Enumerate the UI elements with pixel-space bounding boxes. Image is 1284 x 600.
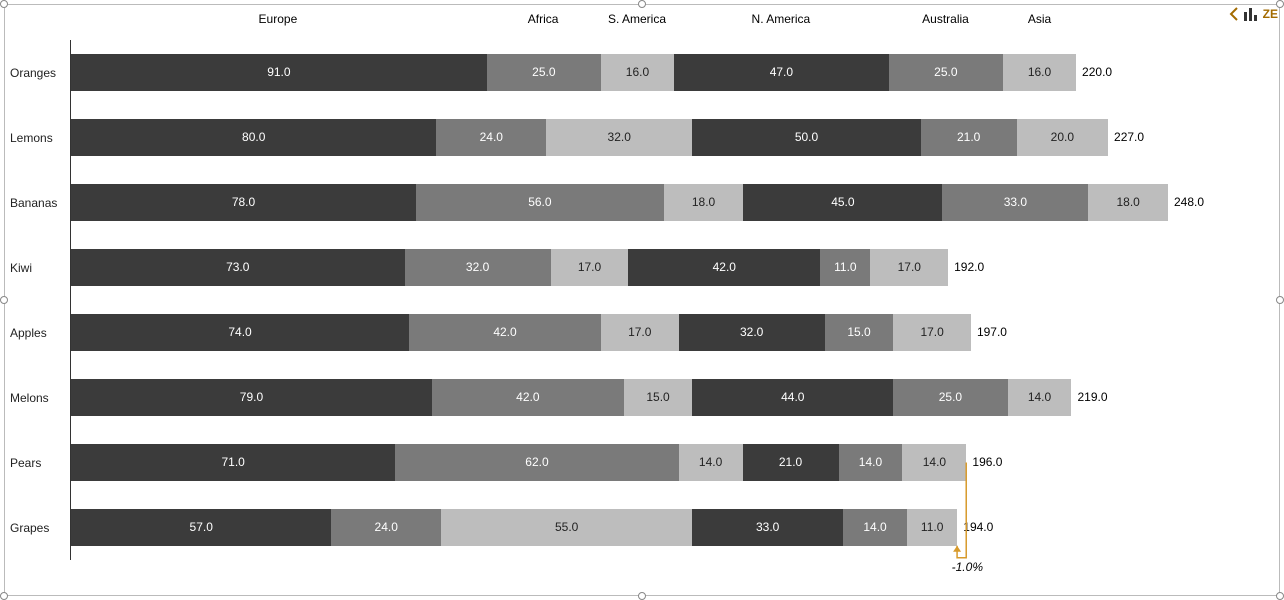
bar-segment[interactable]: 79.0 <box>71 379 432 415</box>
bar-segment[interactable]: 62.0 <box>395 444 678 480</box>
bar-segment[interactable]: 15.0 <box>825 314 894 350</box>
row-total: 248.0 <box>1174 195 1204 209</box>
bar-segment[interactable]: 50.0 <box>692 119 920 155</box>
bar-segment[interactable]: 33.0 <box>942 184 1088 220</box>
resize-handle-top-left[interactable] <box>0 0 8 8</box>
series-header: Australia <box>922 12 969 26</box>
series-header: Africa <box>528 12 559 26</box>
bar-segment[interactable]: 32.0 <box>405 249 551 285</box>
resize-handle-mid-left[interactable] <box>0 296 8 304</box>
bar-segment[interactable]: 20.0 <box>1017 119 1108 155</box>
bar-segment[interactable]: 91.0 <box>71 54 487 90</box>
bar-segment[interactable]: 17.0 <box>601 314 679 350</box>
bar-segment[interactable]: 42.0 <box>628 249 820 285</box>
category-label: Bananas <box>10 196 66 210</box>
bar-segment[interactable]: 18.0 <box>1088 184 1168 220</box>
resize-handle-bot-mid[interactable] <box>638 592 646 600</box>
resize-handle-bot-left[interactable] <box>0 592 8 600</box>
delta-label: -1.0% <box>952 560 983 574</box>
row-total: 219.0 <box>1077 390 1107 404</box>
chart-row: Apples74.042.017.032.015.017.0197.0 <box>10 300 1274 365</box>
bar-segment[interactable]: 11.0 <box>907 509 957 545</box>
chart-rows: Oranges91.025.016.047.025.016.0220.0Lemo… <box>10 40 1274 560</box>
bar-segment[interactable]: 44.0 <box>692 379 893 415</box>
bar-segment[interactable]: 73.0 <box>71 249 405 285</box>
bar-track: 71.062.014.021.014.014.0196.0 <box>71 444 1204 480</box>
bar-track: 74.042.017.032.015.017.0197.0 <box>71 314 1204 350</box>
bar-segment[interactable]: 80.0 <box>71 119 436 155</box>
resize-handle-top-mid[interactable] <box>638 0 646 8</box>
chart-row: Melons 79.042.015.044.025.014.0 219.0 <box>10 365 1274 430</box>
bar-segment[interactable]: 17.0 <box>870 249 948 285</box>
series-header: Asia <box>1028 12 1051 26</box>
bar-segment[interactable]: 25.0 <box>893 379 1007 415</box>
bar-track: 78.056.018.045.033.018.0248.0 <box>71 184 1204 220</box>
row-total: 197.0 <box>977 325 1007 339</box>
bar-segment[interactable]: 71.0 <box>71 444 395 480</box>
bar-segment[interactable]: 47.0 <box>674 54 889 90</box>
bar-segment[interactable]: 32.0 <box>679 314 825 350</box>
bar-segment[interactable]: 25.0 <box>487 54 601 90</box>
bar-segment[interactable]: 74.0 <box>71 314 409 350</box>
row-total: 220.0 <box>1082 65 1112 79</box>
bar-segment[interactable]: 24.0 <box>331 509 441 545</box>
bar-segment[interactable]: 45.0 <box>743 184 942 220</box>
bar-segment[interactable]: 55.0 <box>441 509 692 545</box>
bar-segment[interactable]: 33.0 <box>692 509 843 545</box>
stacked-bar-chart[interactable]: Europe Africa S. America N. America Australi… <box>10 10 1274 570</box>
bar-segment[interactable]: 14.0 <box>902 444 966 480</box>
category-label: Oranges <box>10 66 66 80</box>
series-header: S. America <box>608 12 666 26</box>
bar-segment[interactable]: 25.0 <box>889 54 1003 90</box>
category-label: Lemons <box>10 131 66 145</box>
row-total: 194.0 <box>963 520 993 534</box>
category-label: Apples <box>10 326 66 340</box>
chart-selection-canvas: ZE EuropeAfricaS. AmericaN. AmericaAustr… <box>0 0 1284 600</box>
row-total: 227.0 <box>1114 130 1144 144</box>
bar-segment[interactable]: 21.0 <box>921 119 1017 155</box>
category-label: Melons <box>10 391 66 405</box>
bar-segment[interactable]: 32.0 <box>546 119 692 155</box>
resize-handle-mid-right[interactable] <box>1276 296 1284 304</box>
series-header-row: Europe Africa S. America N. America Australi… <box>70 12 1204 34</box>
category-label: Pears <box>10 456 66 470</box>
bar-segment[interactable]: 17.0 <box>551 249 629 285</box>
chart-row: Lemons 80.024.032.050.021.020.0 227.0 <box>10 105 1274 170</box>
category-label: Grapes <box>10 521 66 535</box>
chart-row: Bananas78.056.018.045.033.018.0248.0 <box>10 170 1274 235</box>
resize-handle-bot-right[interactable] <box>1276 592 1284 600</box>
bar-segment[interactable]: 14.0 <box>843 509 907 545</box>
category-label: Kiwi <box>10 261 66 275</box>
bar-segment[interactable]: 15.0 <box>624 379 693 415</box>
chart-row: Oranges91.025.016.047.025.016.0220.0 <box>10 40 1274 105</box>
bar-segment[interactable]: 14.0 <box>679 444 743 480</box>
bar-segment[interactable]: 42.0 <box>409 314 601 350</box>
bar-segment[interactable]: 56.0 <box>416 184 664 220</box>
bar-segment[interactable]: 24.0 <box>436 119 546 155</box>
row-total: 196.0 <box>972 455 1002 469</box>
bar-track: 73.032.017.042.011.017.0192.0 <box>71 249 1204 285</box>
series-header: Europe <box>259 12 298 26</box>
chart-row: Kiwi73.032.017.042.011.017.0192.0 <box>10 235 1274 300</box>
series-header: N. America <box>752 12 811 26</box>
bar-segment[interactable]: 21.0 <box>743 444 839 480</box>
bar-segment[interactable]: 18.0 <box>664 184 744 220</box>
bar-track: 79.042.015.044.025.014.0 219.0 <box>71 379 1204 415</box>
bar-segment[interactable]: 16.0 <box>1003 54 1076 90</box>
chart-row: Pears71.062.014.021.014.014.0196.0 <box>10 430 1274 495</box>
bar-segment[interactable]: 17.0 <box>893 314 971 350</box>
bar-segment[interactable]: 42.0 <box>432 379 624 415</box>
bar-segment[interactable]: 11.0 <box>820 249 870 285</box>
chart-row: Grapes 57.024.055.033.014.011.0 194.0 <box>10 495 1274 560</box>
bar-segment[interactable]: 16.0 <box>601 54 674 90</box>
bar-track: 57.024.055.033.014.011.0 194.0 <box>71 509 1204 545</box>
bar-segment[interactable]: 57.0 <box>71 509 331 545</box>
row-total: 192.0 <box>954 260 984 274</box>
bar-segment[interactable]: 78.0 <box>71 184 416 220</box>
bar-segment[interactable]: 14.0 <box>1008 379 1072 415</box>
bar-track: 80.024.032.050.021.020.0 227.0 <box>71 119 1204 155</box>
bar-segment[interactable]: 14.0 <box>839 444 903 480</box>
bar-track: 91.025.016.047.025.016.0220.0 <box>71 54 1204 90</box>
